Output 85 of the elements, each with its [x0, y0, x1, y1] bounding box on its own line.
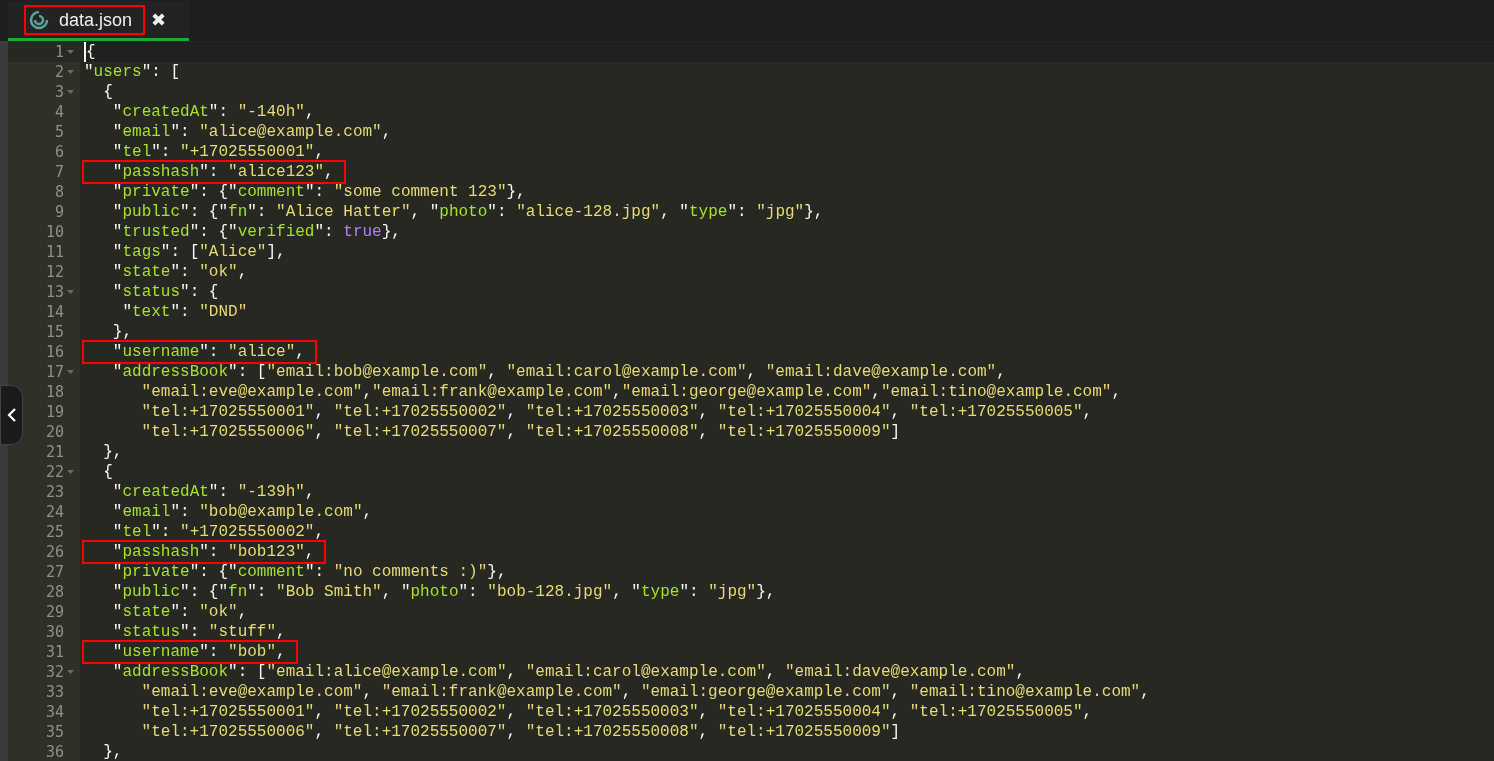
spiral-logo-icon: [29, 9, 49, 30]
line-number: 13: [45, 281, 64, 303]
line-number: 30: [45, 621, 64, 643]
line-number: 1: [54, 41, 64, 63]
line-number: 16: [45, 341, 64, 363]
fold-caret-icon[interactable]: [66, 70, 74, 74]
code-line: "tel:+17025550006", "tel:+17025550007", "tel:+17025550008", "tel:+17025550009"]: [140, 422, 901, 442]
code-line: "createdAt": "-140h",: [111, 102, 315, 122]
line-number: 26: [45, 541, 64, 563]
code-line: "state": "ok",: [111, 262, 248, 282]
line-number: 28: [45, 581, 64, 603]
code-line: "private": {"comment": "some comment 123"},: [111, 182, 526, 202]
code-line: "email": "bob@example.com",: [111, 502, 373, 522]
code-line: },: [111, 322, 132, 342]
code-line: "tel": "+17025550002",: [111, 522, 325, 542]
line-number: 7: [54, 161, 64, 183]
line-number: 24: [45, 501, 64, 523]
file-tab[interactable]: data.json ✖: [8, 1, 189, 41]
code-line: "text": "DND": [121, 302, 248, 322]
code-line: "tel:+17025550006", "tel:+17025550007", "tel:+17025550008", "tel:+17025550009"]: [140, 722, 901, 742]
code-line: "tags": ["Alice"],: [111, 242, 286, 262]
line-number: 18: [45, 381, 64, 403]
line-number: 10: [45, 221, 64, 243]
line-number: 36: [45, 741, 64, 761]
code-line: },: [102, 742, 123, 761]
line-number: 33: [45, 681, 64, 703]
code-line: "private": {"comment": "no comments :)"},: [111, 562, 507, 582]
line-number: 8: [54, 181, 64, 203]
line-number: 4: [54, 101, 64, 123]
line-number: 27: [45, 561, 64, 583]
code-line: "email:eve@example.com","email:frank@example.com","email:george@example.com","email:tino@example.com",: [140, 382, 1121, 402]
line-number: 21: [45, 441, 64, 463]
code-line: "state": "ok",: [111, 602, 248, 622]
line-number: 15: [45, 321, 64, 343]
line-number: 3: [54, 81, 64, 103]
line-number: 5: [54, 121, 64, 143]
line-number: 6: [54, 141, 64, 163]
code-line: "status": {: [111, 282, 219, 302]
chevron-left-icon: [6, 408, 17, 422]
close-button[interactable]: ✖: [151, 9, 167, 30]
line-number: 20: [45, 421, 64, 443]
line-number: 9: [54, 201, 64, 223]
code-line: },: [102, 442, 123, 462]
code-line: "users": [: [84, 62, 181, 82]
line-number: 32: [45, 661, 64, 683]
line-number: 29: [45, 601, 64, 623]
code-line: "passhash": "alice123",: [84, 162, 344, 182]
code-line: "tel": "+17025550001",: [111, 142, 325, 162]
fold-caret-icon[interactable]: [66, 90, 74, 94]
code-line: {: [102, 82, 113, 102]
code-line: "passhash": "bob123",: [84, 542, 325, 562]
line-number: 31: [45, 641, 64, 663]
collapse-panel-button[interactable]: [0, 385, 23, 445]
fold-caret-icon[interactable]: [66, 290, 74, 294]
code-line: "public": {"fn": "Bob Smith", "photo": "bob-128.jpg", "type": "jpg"},: [111, 582, 776, 602]
code-line: "username": "alice",: [84, 342, 315, 362]
code-line: {: [84, 42, 96, 62]
line-number: 35: [45, 721, 64, 743]
fold-caret-icon[interactable]: [66, 50, 74, 54]
fold-caret-icon[interactable]: [66, 370, 74, 374]
code-line: "status": "stuff",: [111, 622, 286, 642]
code-line: "addressBook": ["email:alice@example.com", "email:carol@example.com", "email:dave@example.com",: [111, 662, 1025, 682]
tab-title: data.json: [59, 8, 134, 31]
code-line: "createdAt": "-139h",: [111, 482, 315, 502]
code-line: "addressBook": ["email:bob@example.com", "email:carol@example.com", "email:dave@example.com",: [111, 362, 1006, 382]
line-number: 34: [45, 701, 64, 723]
code-line: "username": "bob",: [84, 642, 296, 662]
line-number: 2: [54, 61, 64, 83]
code-line: {: [102, 462, 113, 482]
code-line: "tel:+17025550001", "tel:+17025550002", "tel:+17025550003", "tel:+17025550004", "tel:+17025550005",: [140, 402, 1093, 422]
line-number: 12: [45, 261, 64, 283]
line-number: 11: [45, 241, 64, 263]
code-line: "email": "alice@example.com",: [111, 122, 392, 142]
fold-caret-icon[interactable]: [66, 470, 74, 474]
code-line: "public": {"fn": "Alice Hatter", "photo": "alice-128.jpg", "type": "jpg"},: [111, 202, 824, 222]
line-number: 22: [45, 461, 64, 483]
code-line: "email:eve@example.com", "email:frank@example.com", "email:george@example.com", "email:tino@example.com",: [140, 682, 1150, 702]
code-line: "trusted": {"verified": true},: [111, 222, 401, 242]
fold-caret-icon[interactable]: [66, 670, 74, 674]
code-line: "tel:+17025550001", "tel:+17025550002", "tel:+17025550003", "tel:+17025550004", "tel:+17025550005",: [140, 702, 1093, 722]
line-number: 25: [45, 521, 64, 543]
line-number: 17: [45, 361, 64, 383]
line-number: 19: [45, 401, 64, 423]
line-number: 23: [45, 481, 64, 503]
line-number: 14: [45, 301, 64, 323]
